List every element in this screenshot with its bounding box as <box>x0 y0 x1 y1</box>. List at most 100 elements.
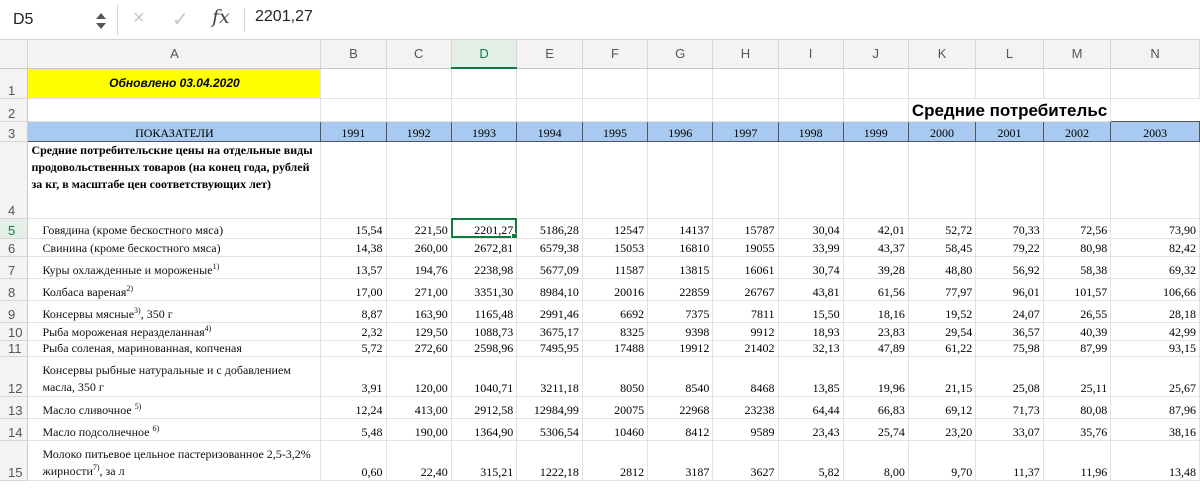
value-cell[interactable]: 21,15 <box>908 356 977 397</box>
value-cell[interactable]: 7811 <box>712 300 779 323</box>
value-cell[interactable]: 72,56 <box>1043 218 1112 239</box>
cell[interactable] <box>320 68 387 99</box>
value-cell[interactable]: 22968 <box>647 396 714 419</box>
cell[interactable] <box>27 98 322 122</box>
cell[interactable] <box>908 141 977 219</box>
indicator-label-cell[interactable]: Колбаса вареная2) <box>27 278 322 301</box>
value-cell[interactable]: 5677,09 <box>516 256 583 279</box>
value-cell[interactable]: 22,40 <box>386 440 452 481</box>
value-cell[interactable]: 87,96 <box>1110 396 1200 419</box>
cell[interactable] <box>582 141 649 219</box>
cell[interactable] <box>320 141 387 219</box>
cell[interactable] <box>1110 141 1200 219</box>
cell[interactable] <box>843 98 909 122</box>
value-cell[interactable]: 3675,17 <box>516 322 583 341</box>
value-cell[interactable]: 8984,10 <box>516 278 583 301</box>
value-cell[interactable]: 30,74 <box>778 256 844 279</box>
row-header-10[interactable]: 10 <box>0 322 29 341</box>
value-cell[interactable]: 13,85 <box>778 356 844 397</box>
cell[interactable] <box>582 98 649 122</box>
cell[interactable] <box>712 68 779 99</box>
fill-handle[interactable] <box>511 232 516 237</box>
value-cell[interactable]: 2,32 <box>320 322 387 341</box>
confirm-icon[interactable]: ✓ <box>172 7 189 32</box>
value-cell[interactable]: 1364,90 <box>451 418 518 441</box>
value-cell[interactable]: 1222,18 <box>516 440 583 481</box>
cell[interactable] <box>778 68 844 99</box>
value-cell[interactable]: 42,99 <box>1110 322 1200 341</box>
value-cell[interactable]: 12984,99 <box>516 396 583 419</box>
value-cell[interactable]: 32,13 <box>778 340 844 357</box>
row-header-13[interactable]: 13 <box>0 396 29 419</box>
column-header-m[interactable]: M <box>1043 40 1112 69</box>
value-cell[interactable]: 5186,28 <box>516 218 583 239</box>
value-cell[interactable]: 48,80 <box>908 256 977 279</box>
cell[interactable] <box>320 98 387 122</box>
value-cell[interactable]: 8325 <box>582 322 649 341</box>
value-cell[interactable]: 315,21 <box>451 440 518 481</box>
value-cell[interactable]: 11,96 <box>1043 440 1112 481</box>
column-header-j[interactable]: J <box>843 40 909 69</box>
year-header-cell[interactable]: 2003 <box>1110 120 1200 142</box>
chevron-up-icon[interactable] <box>96 13 106 19</box>
indicator-label-cell[interactable]: Масло сливочное 5) <box>27 396 322 419</box>
value-cell[interactable]: 194,76 <box>386 256 452 279</box>
value-cell[interactable]: 13815 <box>647 256 714 279</box>
cell[interactable] <box>778 141 844 219</box>
value-cell[interactable]: 7375 <box>647 300 714 323</box>
year-header-cell[interactable]: 1991 <box>320 120 387 142</box>
cell[interactable] <box>451 98 518 122</box>
row-header-8[interactable]: 8 <box>0 278 29 301</box>
cell[interactable] <box>647 141 714 219</box>
cell[interactable] <box>1110 68 1200 99</box>
cell[interactable] <box>843 141 909 219</box>
row-header-11[interactable]: 11 <box>0 340 29 357</box>
value-cell[interactable]: 19055 <box>712 238 779 257</box>
value-cell[interactable]: 271,00 <box>386 278 452 301</box>
value-cell[interactable]: 70,33 <box>975 218 1044 239</box>
indicator-label-cell[interactable]: Свинина (кроме бескостного мяса) <box>27 238 322 257</box>
value-cell[interactable]: 1165,48 <box>451 300 518 323</box>
value-cell[interactable]: 17488 <box>582 340 649 357</box>
value-cell[interactable]: 25,74 <box>843 418 909 441</box>
value-cell[interactable]: 19,52 <box>908 300 977 323</box>
value-cell[interactable]: 30,04 <box>778 218 844 239</box>
indicator-label-cell[interactable]: Молоко питьевое цельное пастеризованное … <box>27 440 322 481</box>
value-cell[interactable]: 15787 <box>712 218 779 239</box>
value-cell[interactable]: 12,24 <box>320 396 387 419</box>
value-cell[interactable]: 43,37 <box>843 238 909 257</box>
column-header-a[interactable]: A <box>27 40 322 69</box>
column-header-l[interactable]: L <box>975 40 1044 69</box>
value-cell[interactable]: 61,22 <box>908 340 977 357</box>
indicator-label-cell[interactable]: Консервы мясные3), 350 г <box>27 300 322 323</box>
value-cell[interactable]: 260,00 <box>386 238 452 257</box>
row-header-12[interactable]: 12 <box>0 356 29 397</box>
column-header-f[interactable]: F <box>582 40 649 69</box>
value-cell[interactable]: 19912 <box>647 340 714 357</box>
value-cell[interactable]: 21402 <box>712 340 779 357</box>
value-cell[interactable]: 80,98 <box>1043 238 1112 257</box>
value-cell[interactable]: 73,90 <box>1110 218 1200 239</box>
value-cell[interactable]: 80,08 <box>1043 396 1112 419</box>
row-header-6[interactable]: 6 <box>0 238 29 257</box>
value-cell[interactable]: 52,72 <box>908 218 977 239</box>
row-header-15[interactable]: 15 <box>0 440 29 481</box>
value-cell[interactable]: 14137 <box>647 218 714 239</box>
value-cell[interactable]: 19,96 <box>843 356 909 397</box>
value-cell[interactable]: 6692 <box>582 300 649 323</box>
indicator-label-cell[interactable]: Говядина (кроме бескостного мяса) <box>27 218 322 239</box>
value-cell[interactable]: 40,39 <box>1043 322 1112 341</box>
value-cell[interactable]: 36,57 <box>975 322 1044 341</box>
value-cell[interactable]: 2672,81 <box>451 238 518 257</box>
value-cell[interactable]: 2991,46 <box>516 300 583 323</box>
value-cell[interactable]: 93,15 <box>1110 340 1200 357</box>
indicator-label-cell[interactable]: Рыба соленая, маринованная, копченая <box>27 340 322 357</box>
value-cell[interactable]: 24,07 <box>975 300 1044 323</box>
row-header-7[interactable]: 7 <box>0 256 29 279</box>
value-cell[interactable]: 8412 <box>647 418 714 441</box>
year-header-cell[interactable]: 1996 <box>647 120 714 142</box>
value-cell[interactable]: 58,45 <box>908 238 977 257</box>
value-cell[interactable]: 9,70 <box>908 440 977 481</box>
value-cell[interactable]: 129,50 <box>386 322 452 341</box>
row-header-14[interactable]: 14 <box>0 418 29 441</box>
